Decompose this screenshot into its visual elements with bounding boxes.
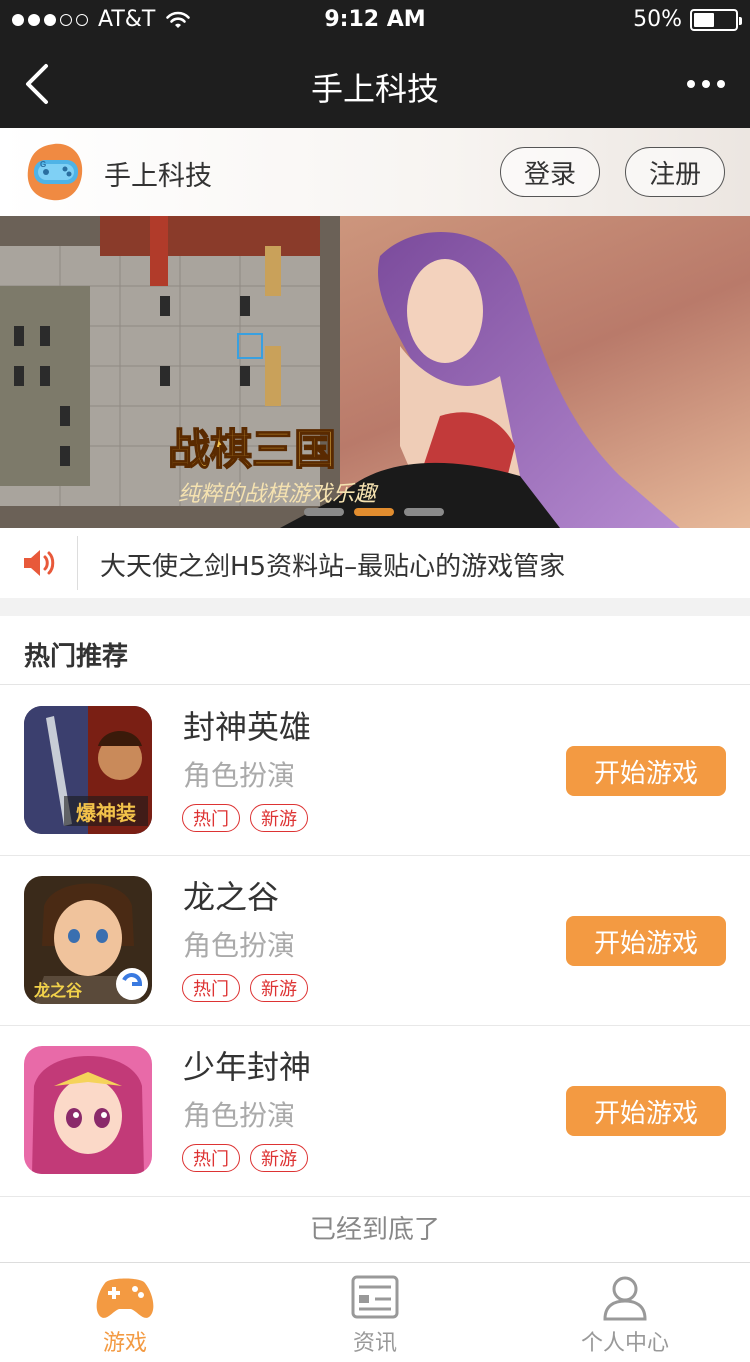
list-item[interactable]: 龙之谷 龙之谷 角色扮演 热门 新游 开始游戏 [0, 856, 750, 1026]
page-title: 手上科技 [310, 70, 439, 108]
start-game-button[interactable]: 开始游戏 [566, 916, 726, 966]
section-divider [0, 684, 750, 685]
game-icon: 爆神装 [24, 706, 152, 834]
battery-icon [690, 8, 742, 31]
login-button[interactable]: 登录 [500, 147, 600, 197]
game-name: 少年封神 [183, 1048, 312, 1086]
notice-bar[interactable]: 大天使之剑H5资料站–最贴心的游戏管家 [0, 528, 750, 598]
game-tags: 热门 新游 [182, 974, 308, 1002]
navigation-bar: 手上科技 [0, 40, 750, 128]
banner-indicator-dot[interactable] [304, 508, 344, 516]
section-title: 热门推荐 [24, 642, 129, 672]
banner-indicators [304, 508, 444, 516]
register-button[interactable]: 注册 [625, 147, 725, 197]
tab-label: 个人中心 [580, 1331, 669, 1356]
game-name: 封神英雄 [183, 708, 312, 746]
list-item[interactable]: 少年封神 角色扮演 热门 新游 开始游戏 [0, 1026, 750, 1196]
banner-tagline: 纯粹的战棋游戏乐趣 [178, 482, 379, 507]
tab-label: 资讯 [352, 1331, 397, 1356]
battery-group: 50% [633, 7, 742, 32]
game-icon: 龙之谷 [24, 876, 152, 1004]
tag-hot: 热门 [182, 974, 240, 1002]
tab-news[interactable]: 资讯 [250, 1263, 500, 1362]
start-game-button[interactable]: 开始游戏 [566, 746, 726, 796]
tab-profile[interactable]: 个人中心 [500, 1263, 750, 1362]
game-tags: 热门 新游 [182, 804, 308, 832]
banner-carousel[interactable]: 战棋三国 纯粹的战棋游戏乐趣 [0, 216, 750, 528]
hot-recommendations: 热门推荐 爆神装 封神英雄 角色扮演 热门 新游 开始游戏 龙之谷 龙之谷 角色… [0, 616, 750, 1264]
gamepad-icon [96, 1278, 154, 1318]
tab-games[interactable]: 游戏 [0, 1263, 250, 1362]
banner-indicator-dot[interactable] [354, 508, 394, 516]
banner-headline: 战棋三国 [168, 425, 336, 474]
game-genre: 角色扮演 [183, 759, 296, 792]
news-icon [351, 1275, 399, 1319]
more-button[interactable] [682, 70, 730, 98]
status-bar: AT&T 9:12 AM 50% [0, 0, 750, 40]
end-of-list-text: 已经到底了 [0, 1196, 750, 1262]
tag-hot: 热门 [182, 804, 240, 832]
tab-label: 游戏 [102, 1331, 147, 1356]
bottom-tab-bar: 游戏 资讯 个人中心 [0, 1262, 750, 1362]
game-tags: 热门 新游 [182, 1144, 308, 1172]
game-genre: 角色扮演 [183, 1099, 296, 1132]
svg-text:G: G [40, 160, 46, 169]
user-icon [603, 1276, 647, 1321]
notice-text: 大天使之剑H5资料站–最贴心的游戏管家 [100, 552, 566, 582]
list-item[interactable]: 爆神装 封神英雄 角色扮演 热门 新游 开始游戏 [0, 686, 750, 856]
notice-divider [77, 536, 78, 590]
game-icon [24, 1046, 152, 1174]
tag-new: 新游 [250, 804, 308, 832]
banner-image: 战棋三国 纯粹的战棋游戏乐趣 [0, 216, 750, 528]
start-game-button[interactable]: 开始游戏 [566, 1086, 726, 1136]
game-genre: 角色扮演 [183, 929, 296, 962]
battery-percent: 50% [633, 7, 682, 32]
game-name: 龙之谷 [183, 878, 280, 916]
speaker-icon [24, 550, 55, 576]
more-dots-icon [687, 80, 695, 88]
svg-text:爆神装: 爆神装 [76, 801, 136, 825]
site-header: G 手上科技 登录 注册 [0, 128, 750, 216]
site-name: 手上科技 [104, 161, 212, 192]
svg-text:龙之谷: 龙之谷 [33, 981, 83, 1000]
tag-hot: 热门 [182, 1144, 240, 1172]
site-logo: G [27, 143, 83, 201]
banner-indicator-dot[interactable] [404, 508, 444, 516]
tag-new: 新游 [250, 1144, 308, 1172]
tag-new: 新游 [250, 974, 308, 1002]
